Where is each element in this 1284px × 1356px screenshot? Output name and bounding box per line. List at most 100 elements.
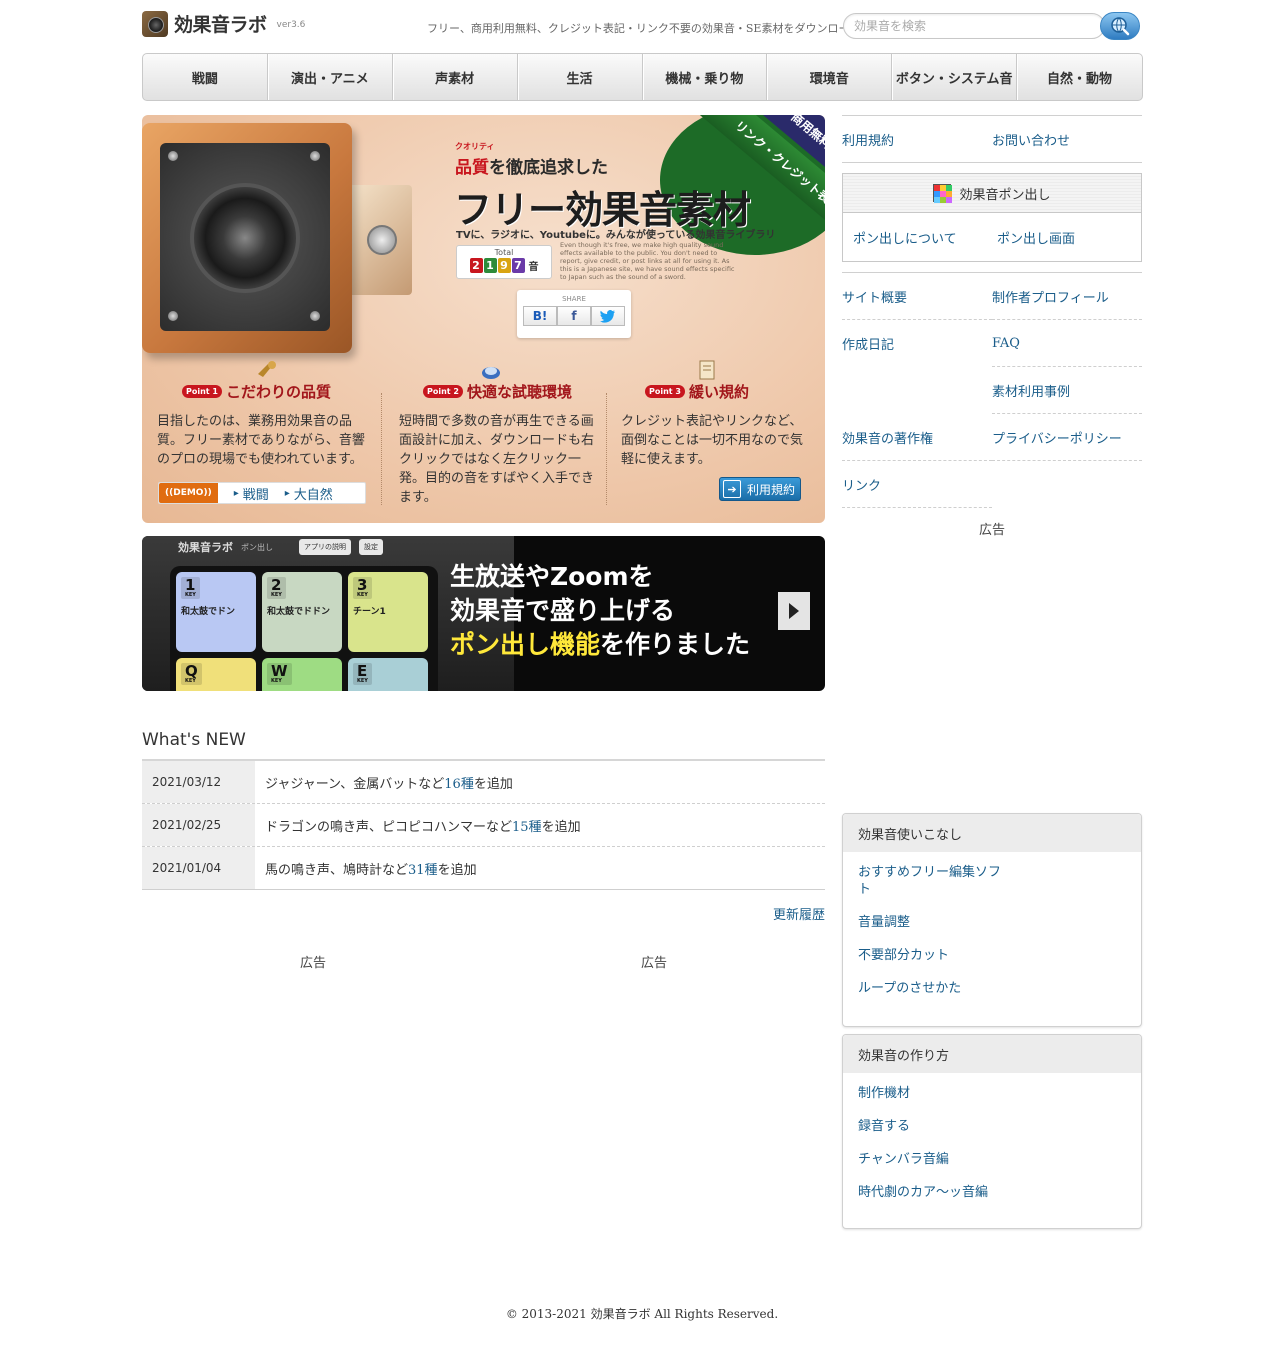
nav-item-anime[interactable]: 演出・アニメ: [268, 54, 393, 100]
promo-next-button[interactable]: [778, 592, 810, 630]
usage-examples-link[interactable]: 素材利用事例: [992, 367, 1142, 414]
links-page-link[interactable]: リンク: [842, 461, 992, 508]
news-count-link[interactable]: 16種: [444, 773, 474, 792]
sound-pad: W KEY: [262, 658, 342, 691]
hero-kicker: クオリティ 品質を徹底追求した: [455, 142, 608, 178]
pad-label: 和太鼓でドン: [181, 607, 236, 617]
app-settings-chip: 設定: [359, 539, 383, 555]
nav-item-nature[interactable]: 自然・動物: [1017, 54, 1142, 100]
share-box: SHARE B! f: [517, 290, 631, 338]
total-digit: 1: [483, 258, 497, 273]
jidaigeki-link[interactable]: 時代劇のカア～ッ音編: [858, 1184, 1008, 1201]
site-logo[interactable]: 効果音ラボ ver3.6: [142, 10, 305, 37]
demo-link-nature[interactable]: 大自然: [285, 484, 333, 503]
point-2-heading: Point 2 快適な試聴環境: [423, 381, 572, 402]
play-arrow-icon: [789, 603, 799, 619]
sound-pad-grid: 1 KEY 和太鼓でドン 2 KEY 和太鼓でドドン 3 KEY チーン1 Q KEY …: [170, 566, 438, 691]
point-badge: Point 2: [423, 385, 463, 398]
loop-link[interactable]: ループのさせかた: [858, 980, 1008, 997]
share-buttons: B! f: [517, 306, 631, 326]
hero-subtitle: TVに、ラジオに、Youtubeに。みんなが使っている効果音ライブラリ: [456, 230, 776, 241]
pad-key: Q KEY: [181, 663, 202, 685]
ad-label: 広告: [641, 956, 668, 971]
sidebar-top-links: 利用規約 お問い合わせ: [842, 115, 1142, 163]
terms-button-label: 利用規約: [747, 482, 796, 497]
pon-dashi-links: ポン出しについて ポン出し画面: [843, 213, 1141, 261]
divider: [606, 393, 607, 505]
twitter-share-button[interactable]: [591, 306, 625, 326]
nav-item-button-system[interactable]: ボタン・システム音: [892, 54, 1018, 100]
point-1-text: 目指したのは、業務用効果音の品質。フリー素材でありながら、音響のプロの現場でも使…: [157, 414, 365, 467]
how-to-make-title: 効果音の作り方: [843, 1035, 1141, 1073]
nav-item-ambient[interactable]: 環境音: [767, 54, 893, 100]
site-overview-link[interactable]: サイト概要: [842, 273, 992, 320]
faq-link[interactable]: FAQ: [992, 320, 1142, 367]
pon-dashi-screen-link[interactable]: ポン出し画面: [997, 228, 1141, 247]
twitter-bird-icon: [600, 309, 615, 323]
logo-text: 効果音ラボ: [174, 14, 267, 36]
demo-badge: ((DEMO)): [159, 483, 218, 503]
sidebar-empty-cell: [842, 367, 992, 414]
free-editor-link[interactable]: おすすめフリー編集ソフト: [858, 864, 1008, 898]
speaker-bolt: [168, 151, 178, 161]
search-input[interactable]: [844, 14, 1084, 38]
total-label: Total: [494, 248, 514, 257]
promo-headline: 生放送やZoomを 効果音で盛り上げる ポン出し機能を作りました: [450, 560, 750, 662]
pad-label: チーン1: [353, 607, 386, 617]
terms-link[interactable]: 利用規約: [842, 130, 992, 149]
nav-item-machine[interactable]: 機械・乗り物: [643, 54, 768, 100]
search-button[interactable]: [1100, 12, 1140, 40]
facebook-share-button[interactable]: f: [557, 306, 591, 326]
point-title: 緩い規約: [688, 383, 749, 401]
promo-line-2: 効果音で盛り上げる: [450, 596, 676, 625]
usage-tips-list: おすすめフリー編集ソフト 音量調整 不要部分カット ループのさせかた: [843, 852, 1141, 1023]
cut-unneeded-link[interactable]: 不要部分カット: [858, 947, 1008, 964]
speaker-face: [160, 143, 330, 331]
speaker-knob-image: [367, 225, 397, 255]
news-row: 2021/03/12 ジャジャーン、金属バットなど 16種 を追加: [142, 761, 825, 804]
total-digits: 2 1 9 7 音: [457, 258, 551, 273]
news-count-link[interactable]: 31種: [408, 859, 438, 878]
arrow-right-icon: ➔: [723, 480, 741, 498]
ad-label: 広告: [300, 956, 327, 971]
about-pon-dashi-link[interactable]: ポン出しについて: [853, 228, 997, 247]
site-header: 効果音ラボ ver3.6 フリー、商用利用無料、クレジット表記・リンク不要の効果…: [142, 8, 1142, 44]
pon-dashi-promo-banner[interactable]: 効果音ラボ ポン出し アプリの説明 設定 1 KEY 和太鼓でドン 2 KEY 和太…: [142, 536, 825, 691]
point-2-text: 短時間で多数の音が再生できる画面設計に加え、ダウンロードも右クリックではなく左ク…: [399, 414, 595, 505]
demo-link-battle[interactable]: 戦闘: [234, 484, 269, 503]
update-history-link[interactable]: 更新履歴: [773, 904, 825, 923]
creator-profile-link[interactable]: 制作者プロフィール: [992, 273, 1142, 320]
news-row: 2021/01/04 馬の鳴き声、鳩時計など 31種 を追加: [142, 847, 825, 890]
pad-label: 和太鼓でドドン: [267, 607, 331, 617]
volume-adjust-link[interactable]: 音量調整: [858, 914, 1008, 931]
color-grid-icon: [933, 184, 953, 203]
speaker-image: [142, 123, 352, 353]
equipment-link[interactable]: 制作機材: [858, 1085, 1008, 1102]
total-digit: 9: [497, 258, 511, 273]
sound-pad: 3 KEY チーン1: [348, 572, 428, 652]
app-subtitle: ポン出し: [241, 542, 273, 552]
speaker-bolt: [310, 311, 320, 321]
pad-key: 2 KEY: [267, 577, 286, 599]
privacy-policy-link[interactable]: プライバシーポリシー: [992, 414, 1142, 461]
hatena-bookmark-button[interactable]: B!: [523, 306, 557, 326]
terms-button[interactable]: ➔ 利用規約: [719, 477, 801, 501]
nav-item-voice[interactable]: 声素材: [393, 54, 518, 100]
point-badge: Point 3: [645, 385, 685, 398]
news-body: 馬の鳴き声、鳩時計など 31種 を追加: [255, 847, 477, 889]
copyright-link[interactable]: 効果音の著作権: [842, 414, 992, 461]
pon-dashi-header: 効果音ポン出し: [843, 174, 1141, 213]
sidebar-ad-label: 広告: [979, 523, 1006, 538]
diary-link[interactable]: 作成日記: [842, 320, 992, 367]
point-title: こだわりの品質: [225, 383, 331, 401]
sound-pad: E KEY: [348, 658, 428, 691]
news-count-link[interactable]: 15種: [512, 816, 542, 835]
recording-link[interactable]: 録音する: [858, 1118, 1008, 1135]
site-tagline: フリー、商用利用無料、クレジット表記・リンク不要の効果音・SE素材をダウンロード: [427, 22, 845, 35]
contact-link[interactable]: お問い合わせ: [992, 130, 1142, 149]
nav-item-battle[interactable]: 戦闘: [143, 54, 268, 100]
nav-item-life[interactable]: 生活: [518, 54, 643, 100]
chanbara-link[interactable]: チャンバラ音編: [858, 1151, 1008, 1168]
pon-dashi-title: 効果音ポン出し: [959, 187, 1051, 203]
news-heading: What's NEW: [142, 730, 246, 750]
